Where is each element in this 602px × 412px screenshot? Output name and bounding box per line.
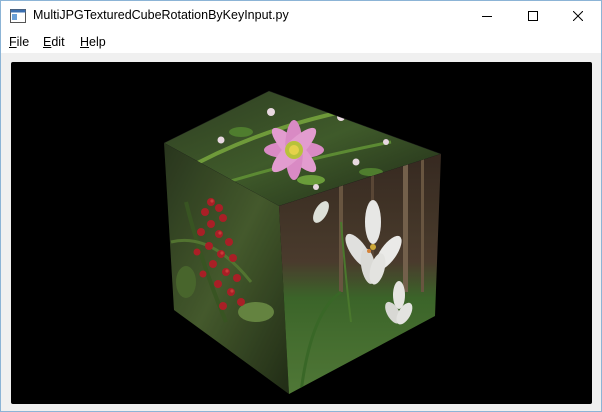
menu-help[interactable]: Help: [80, 35, 106, 49]
window-title: MultiJPGTexturedCubeRotationByKeyInput.p…: [33, 8, 289, 22]
close-button[interactable]: [555, 1, 601, 31]
minimize-button[interactable]: [464, 1, 510, 31]
client-area: [1, 53, 601, 411]
menu-bar: File Edit Help: [1, 31, 601, 53]
title-bar[interactable]: MultiJPGTexturedCubeRotationByKeyInput.p…: [1, 1, 601, 31]
maximize-button[interactable]: [510, 1, 556, 31]
menu-file[interactable]: File: [9, 35, 29, 49]
maximize-icon: [528, 11, 538, 21]
textured-cube: [163, 90, 442, 394]
minimize-icon: [482, 16, 492, 17]
menu-edit[interactable]: Edit: [43, 35, 65, 49]
close-icon: [573, 11, 583, 21]
opengl-viewport[interactable]: [11, 62, 592, 404]
app-window: MultiJPGTexturedCubeRotationByKeyInput.p…: [0, 0, 602, 412]
app-window-icon: [10, 9, 26, 23]
